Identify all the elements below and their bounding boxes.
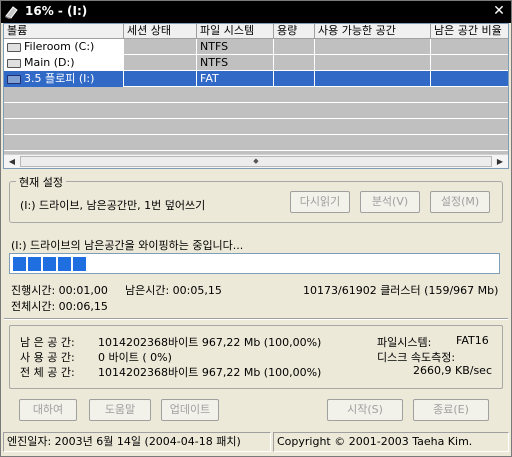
empty-row	[4, 119, 508, 135]
list-body: Fileroom (C:) NTFS Main (D:) NTFS 3.5 플로…	[4, 39, 508, 155]
ratio-cell	[431, 71, 508, 87]
list-header: 볼륨 세션 상태 파일 시스템 용량 사용 가능한 공간 남은 공간 비율	[4, 24, 508, 39]
capacity-cell	[274, 55, 315, 71]
empty-row	[4, 103, 508, 119]
filesystem-label: 파일시스템:	[377, 336, 432, 349]
volume-cell: Fileroom (C:)	[4, 39, 124, 55]
hard-drive-icon	[7, 58, 21, 68]
update-button[interactable]: 업데이트	[161, 399, 219, 421]
analyze-button[interactable]: 분석(V)	[360, 191, 420, 213]
scroll-right-icon[interactable]: ▶	[493, 155, 507, 168]
total-time: 전체시간: 00:06,15	[11, 300, 108, 313]
floppy-drive-icon	[7, 74, 21, 84]
settings-description: (I:) 드라이브, 남은공간만, 1번 덮어쓰기	[20, 199, 206, 212]
volume-cell: Main (D:)	[4, 55, 124, 71]
filesystem-value: FAT16	[456, 334, 489, 347]
free-cell	[315, 71, 431, 87]
free-cell	[315, 39, 431, 55]
app-window: 16% - (I:) ✕ 볼륨 세션 상태 파일 시스템 용량 사용 가능한 공…	[0, 0, 512, 457]
session-cell	[124, 71, 197, 87]
elapsed-time: 진행시간: 00:01,00	[11, 284, 108, 297]
exit-button[interactable]: 종료(E)	[413, 399, 489, 421]
scroll-left-icon[interactable]: ◀	[5, 155, 19, 168]
drive-row-selected[interactable]: 3.5 플로피 (I:) FAT	[4, 71, 508, 87]
disk-info-box: 남 은 공 간: 1014202368바이트 967,22 Mb (100,00…	[9, 325, 503, 389]
column-header-filesystem[interactable]: 파일 시스템	[197, 24, 274, 39]
wipe-status-text: (I:) 드라이브의 남은공간을 와이핑하는 중입니다...	[11, 239, 244, 252]
start-button[interactable]: 시작(S)	[327, 399, 403, 421]
window-title: 16% - (I:)	[25, 4, 88, 18]
ratio-cell	[431, 55, 508, 71]
progress-block	[58, 257, 71, 271]
column-header-free-space[interactable]: 사용 가능한 공간	[315, 24, 431, 39]
volume-name: 3.5 플로피 (I:)	[24, 72, 95, 85]
filesystem-cell: FAT	[197, 71, 274, 87]
filesystem-cell: NTFS	[197, 39, 274, 55]
separator	[4, 318, 508, 320]
current-settings-group: 현재 설정 (I:) 드라이브, 남은공간만, 1번 덮어쓰기 다시읽기 분석(…	[9, 174, 503, 223]
total-space-label: 전 체 공 간:	[20, 366, 75, 379]
eraser-app-icon	[4, 4, 20, 20]
total-space-value: 1014202368바이트 967,22 Mb (100,00%)	[98, 366, 322, 379]
free-space-value: 1014202368바이트 967,22 Mb (100,00%)	[98, 336, 322, 349]
volume-name: Fileroom (C:)	[24, 40, 95, 53]
close-button[interactable]: ✕	[490, 3, 508, 20]
used-space-value: 0 바이트 ( 0%)	[98, 351, 172, 364]
hard-drive-icon	[7, 42, 21, 52]
used-space-label: 사 용 공 간:	[20, 351, 75, 364]
drive-list[interactable]: 볼륨 세션 상태 파일 시스템 용량 사용 가능한 공간 남은 공간 비율 Fi…	[3, 23, 509, 169]
progress-bar	[9, 253, 500, 274]
progress-block	[28, 257, 41, 271]
drive-row[interactable]: Main (D:) NTFS	[4, 55, 508, 71]
about-button[interactable]: 대하여	[19, 399, 77, 421]
column-header-volume[interactable]: 볼륨	[4, 24, 124, 39]
capacity-cell	[274, 39, 315, 55]
volume-name: Main (D:)	[24, 56, 75, 69]
reread-button[interactable]: 다시읽기	[290, 191, 350, 213]
help-button[interactable]: 도움말	[89, 399, 151, 421]
progress-block	[73, 257, 86, 271]
settings-button[interactable]: 설정(M)	[430, 191, 490, 213]
column-header-session[interactable]: 세션 상태	[124, 24, 197, 39]
session-cell	[124, 39, 197, 55]
scrollbar-thumb[interactable]: ◆	[20, 156, 492, 167]
filesystem-cell: NTFS	[197, 55, 274, 71]
column-header-capacity[interactable]: 용량	[274, 24, 315, 39]
drive-row[interactable]: Fileroom (C:) NTFS	[4, 39, 508, 55]
remaining-time: 남은시간: 00:05,15	[125, 284, 222, 297]
status-bar: 엔진일자: 2003년 6월 14일 (2004-04-18 패치) Copyr…	[3, 432, 509, 452]
copyright-panel: Copyright © 2001-2003 Taeha Kim.	[273, 432, 509, 452]
capacity-cell	[274, 71, 315, 87]
disk-speed-value: 2660,9 KB/sec	[413, 364, 492, 377]
engine-date-panel: 엔진일자: 2003년 6월 14일 (2004-04-18 패치)	[3, 432, 271, 452]
progress-block	[13, 257, 26, 271]
title-bar[interactable]: 16% - (I:) ✕	[1, 1, 511, 23]
ratio-cell	[431, 39, 508, 55]
volume-cell: 3.5 플로피 (I:)	[4, 71, 124, 87]
group-title: 현재 설정	[16, 174, 66, 190]
progress-block	[43, 257, 56, 271]
empty-row	[4, 135, 508, 151]
free-cell	[315, 55, 431, 71]
empty-row	[4, 87, 508, 103]
disk-speed-label: 디스크 속도측정:	[377, 351, 456, 364]
horizontal-scrollbar[interactable]: ◀ ◆ ▶	[4, 154, 508, 168]
session-cell	[124, 55, 197, 71]
free-space-label: 남 은 공 간:	[20, 336, 75, 349]
cluster-progress: 10173/61902 클러스터 (159/967 Mb)	[303, 284, 499, 297]
column-header-free-ratio[interactable]: 남은 공간 비율	[431, 24, 508, 39]
